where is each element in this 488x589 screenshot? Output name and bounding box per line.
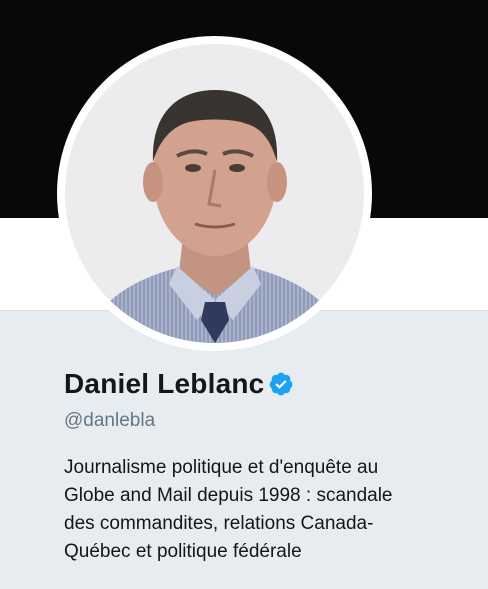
bio-line: des commandites, relations Canada- bbox=[64, 513, 374, 534]
avatar[interactable] bbox=[65, 44, 364, 343]
name-row: Daniel Leblanc bbox=[64, 364, 294, 404]
handle[interactable]: @danlebla bbox=[64, 410, 155, 432]
bio-line: Globe and Mail depuis 1998 : scandale bbox=[64, 485, 393, 506]
bio-line: Journalisme politique et d'enquête au bbox=[64, 457, 379, 478]
profile-photo bbox=[65, 44, 364, 343]
verified-badge-icon[interactable] bbox=[268, 371, 294, 397]
bio-line: Québec et politique fédérale bbox=[64, 541, 302, 562]
display-name[interactable]: Daniel Leblanc bbox=[64, 368, 264, 400]
bio: Journalisme politique et d'enquête au Gl… bbox=[64, 454, 464, 566]
